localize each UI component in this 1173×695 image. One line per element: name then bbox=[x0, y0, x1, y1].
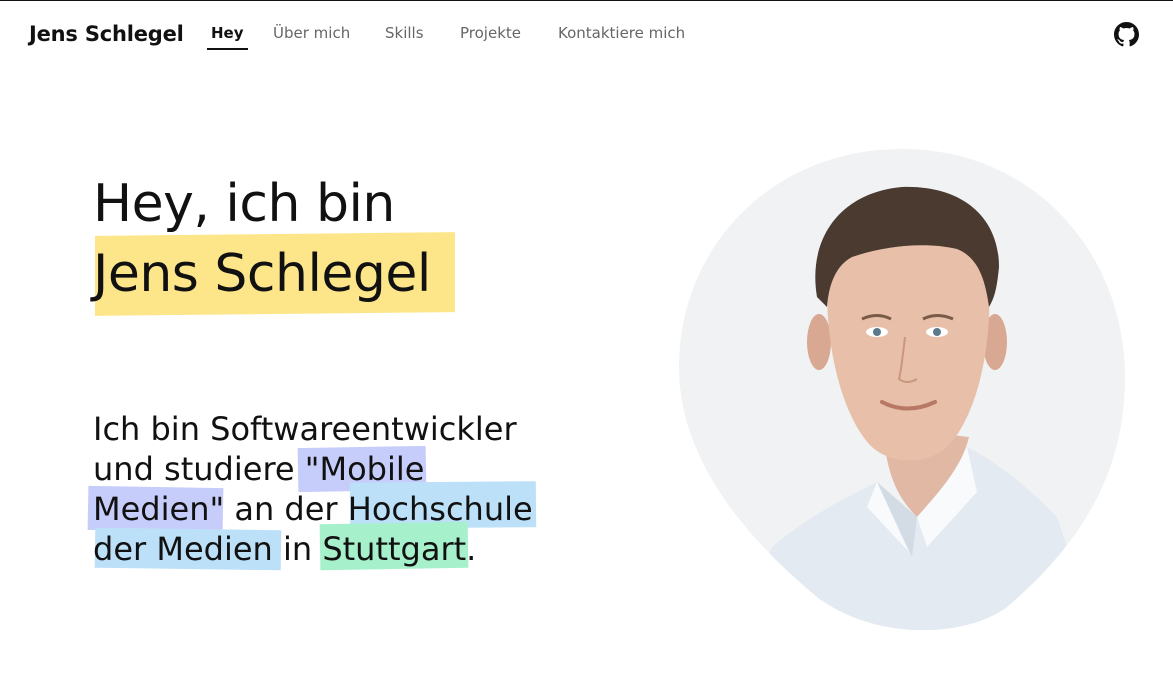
hero-title-line1: Hey, ich bin bbox=[93, 174, 395, 234]
intro-text: Ich bin Softwareentwickler und studiere … bbox=[93, 409, 553, 569]
github-icon[interactable] bbox=[1114, 22, 1139, 47]
intro-line: Medien" an der Hochschule bbox=[93, 490, 533, 528]
nav-item-skills[interactable]: Skills bbox=[385, 24, 424, 42]
nav-item-ueber-mich[interactable]: Über mich bbox=[273, 24, 350, 42]
site-logo[interactable]: Jens Schlegel bbox=[29, 22, 184, 46]
nav-item-kontakt[interactable]: Kontaktiere mich bbox=[558, 24, 685, 42]
intro-line: der Medien in Stuttgart. bbox=[93, 530, 477, 568]
hero-title-name: Jens Schlegel bbox=[93, 244, 431, 304]
intro-line: und studiere "Mobile bbox=[93, 450, 425, 488]
portrait-photo bbox=[677, 147, 1127, 635]
nav-item-hey[interactable]: Hey bbox=[207, 24, 247, 50]
hero-title: Hey, ich bin Jens Schlegel bbox=[93, 169, 431, 309]
nav-item-projekte[interactable]: Projekte bbox=[460, 24, 521, 42]
intro-line: Ich bin Softwareentwickler bbox=[93, 410, 517, 448]
